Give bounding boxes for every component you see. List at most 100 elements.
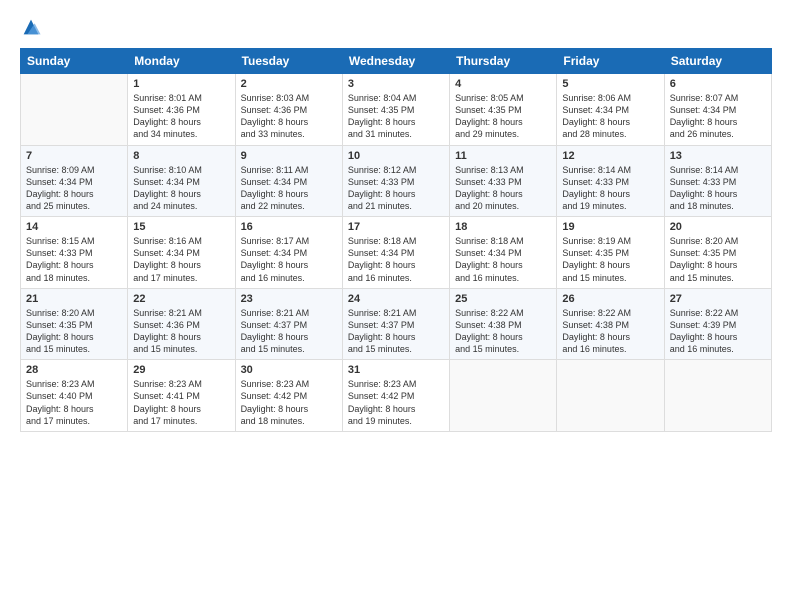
calendar-week-1: 1 Sunrise: 8:01 AM Sunset: 4:36 PM Daylig… bbox=[21, 74, 772, 146]
day-number: 9 bbox=[241, 150, 337, 162]
weekday-header-thursday: Thursday bbox=[450, 49, 557, 74]
day-number: 26 bbox=[562, 293, 658, 305]
day-info: Sunrise: 8:14 AM Sunset: 4:33 PM Dayligh… bbox=[670, 164, 766, 213]
header bbox=[20, 16, 772, 38]
calendar-cell: 5Sunrise: 8:06 AM Sunset: 4:34 PM Daylig… bbox=[557, 74, 664, 146]
day-info: Sunrise: 8:23 AM Sunset: 4:42 PM Dayligh… bbox=[348, 378, 444, 427]
calendar-cell: 28 Sunrise: 8:23 AM Sunset: 4:40 PM Dayli… bbox=[21, 360, 128, 432]
day-info: Sunrise: 8:17 AM Sunset: 4:34 PM Dayligh… bbox=[241, 235, 337, 284]
weekday-header-wednesday: Wednesday bbox=[342, 49, 449, 74]
day-number: 1 bbox=[133, 78, 229, 90]
weekday-header-saturday: Saturday bbox=[664, 49, 771, 74]
day-info: Sunrise: 8:20 AM Sunset: 4:35 PM Dayligh… bbox=[670, 235, 766, 284]
day-number: 10 bbox=[348, 150, 444, 162]
calendar-cell: 22 Sunrise: 8:21 AM Sunset: 4:36 PM Dayli… bbox=[128, 288, 235, 360]
calendar-cell bbox=[450, 360, 557, 432]
day-info: Sunrise: 8:14 AM Sunset: 4:33 PM Dayligh… bbox=[562, 164, 658, 213]
calendar-cell: 15 Sunrise: 8:16 AM Sunset: 4:34 PM Dayli… bbox=[128, 217, 235, 289]
calendar-cell: 7 Sunrise: 8:09 AM Sunset: 4:34 PM Daylig… bbox=[21, 145, 128, 217]
calendar-week-3: 14 Sunrise: 8:15 AM Sunset: 4:33 PM Dayli… bbox=[21, 217, 772, 289]
day-info: Sunrise: 8:18 AM Sunset: 4:34 PM Dayligh… bbox=[455, 235, 551, 284]
day-number: 7 bbox=[26, 150, 122, 162]
calendar-cell: 24 Sunrise: 8:21 AM Sunset: 4:37 PM Dayli… bbox=[342, 288, 449, 360]
day-info: Sunrise: 8:10 AM Sunset: 4:34 PM Dayligh… bbox=[133, 164, 229, 213]
weekday-header-sunday: Sunday bbox=[21, 49, 128, 74]
calendar-cell: 4Sunrise: 8:05 AM Sunset: 4:35 PM Daylig… bbox=[450, 74, 557, 146]
calendar-cell: 25 Sunrise: 8:22 AM Sunset: 4:38 PM Dayli… bbox=[450, 288, 557, 360]
day-info: Sunrise: 8:01 AM Sunset: 4:36 PM Dayligh… bbox=[133, 92, 229, 141]
day-number: 3 bbox=[348, 78, 444, 90]
day-info: Sunrise: 8:07 AM Sunset: 4:34 PM Dayligh… bbox=[670, 92, 766, 141]
day-number: 27 bbox=[670, 293, 766, 305]
calendar-cell: 11 Sunrise: 8:13 AM Sunset: 4:33 PM Dayli… bbox=[450, 145, 557, 217]
day-info: Sunrise: 8:21 AM Sunset: 4:36 PM Dayligh… bbox=[133, 307, 229, 356]
day-info: Sunrise: 8:09 AM Sunset: 4:34 PM Dayligh… bbox=[26, 164, 122, 213]
day-number: 23 bbox=[241, 293, 337, 305]
calendar-cell: 19 Sunrise: 8:19 AM Sunset: 4:35 PM Dayli… bbox=[557, 217, 664, 289]
day-number: 25 bbox=[455, 293, 551, 305]
day-number: 15 bbox=[133, 221, 229, 233]
calendar-body: 1 Sunrise: 8:01 AM Sunset: 4:36 PM Daylig… bbox=[21, 74, 772, 432]
calendar-cell: 23Sunrise: 8:21 AM Sunset: 4:37 PM Dayli… bbox=[235, 288, 342, 360]
day-number: 30 bbox=[241, 364, 337, 376]
calendar-cell: 8 Sunrise: 8:10 AM Sunset: 4:34 PM Daylig… bbox=[128, 145, 235, 217]
day-info: Sunrise: 8:11 AM Sunset: 4:34 PM Dayligh… bbox=[241, 164, 337, 213]
weekday-header-friday: Friday bbox=[557, 49, 664, 74]
calendar-cell bbox=[21, 74, 128, 146]
calendar-cell bbox=[664, 360, 771, 432]
calendar-cell: 2Sunrise: 8:03 AM Sunset: 4:36 PM Daylig… bbox=[235, 74, 342, 146]
day-number: 19 bbox=[562, 221, 658, 233]
calendar-cell: 29 Sunrise: 8:23 AM Sunset: 4:41 PM Dayli… bbox=[128, 360, 235, 432]
calendar-table: SundayMondayTuesdayWednesdayThursdayFrid… bbox=[20, 48, 772, 432]
day-info: Sunrise: 8:23 AM Sunset: 4:42 PM Dayligh… bbox=[241, 378, 337, 427]
day-number: 11 bbox=[455, 150, 551, 162]
calendar-cell: 27 Sunrise: 8:22 AM Sunset: 4:39 PM Dayli… bbox=[664, 288, 771, 360]
day-info: Sunrise: 8:21 AM Sunset: 4:37 PM Dayligh… bbox=[348, 307, 444, 356]
day-number: 28 bbox=[26, 364, 122, 376]
day-info: Sunrise: 8:13 AM Sunset: 4:33 PM Dayligh… bbox=[455, 164, 551, 213]
day-info: Sunrise: 8:23 AM Sunset: 4:41 PM Dayligh… bbox=[133, 378, 229, 427]
calendar-cell: 10Sunrise: 8:12 AM Sunset: 4:33 PM Dayli… bbox=[342, 145, 449, 217]
day-number: 6 bbox=[670, 78, 766, 90]
day-number: 29 bbox=[133, 364, 229, 376]
day-info: Sunrise: 8:16 AM Sunset: 4:34 PM Dayligh… bbox=[133, 235, 229, 284]
day-info: Sunrise: 8:18 AM Sunset: 4:34 PM Dayligh… bbox=[348, 235, 444, 284]
day-info: Sunrise: 8:22 AM Sunset: 4:38 PM Dayligh… bbox=[455, 307, 551, 356]
day-info: Sunrise: 8:05 AM Sunset: 4:35 PM Dayligh… bbox=[455, 92, 551, 141]
logo bbox=[20, 16, 45, 38]
page: SundayMondayTuesdayWednesdayThursdayFrid… bbox=[0, 0, 792, 612]
calendar-week-2: 7 Sunrise: 8:09 AM Sunset: 4:34 PM Daylig… bbox=[21, 145, 772, 217]
calendar-cell: 3Sunrise: 8:04 AM Sunset: 4:35 PM Daylig… bbox=[342, 74, 449, 146]
logo-icon bbox=[20, 16, 42, 38]
calendar-header: SundayMondayTuesdayWednesdayThursdayFrid… bbox=[21, 49, 772, 74]
day-number: 8 bbox=[133, 150, 229, 162]
calendar-cell: 20 Sunrise: 8:20 AM Sunset: 4:35 PM Dayli… bbox=[664, 217, 771, 289]
calendar-cell: 13 Sunrise: 8:14 AM Sunset: 4:33 PM Dayli… bbox=[664, 145, 771, 217]
day-number: 14 bbox=[26, 221, 122, 233]
day-info: Sunrise: 8:22 AM Sunset: 4:39 PM Dayligh… bbox=[670, 307, 766, 356]
day-number: 18 bbox=[455, 221, 551, 233]
calendar-cell: 21Sunrise: 8:20 AM Sunset: 4:35 PM Dayli… bbox=[21, 288, 128, 360]
day-info: Sunrise: 8:03 AM Sunset: 4:36 PM Dayligh… bbox=[241, 92, 337, 141]
calendar-cell: 1 Sunrise: 8:01 AM Sunset: 4:36 PM Daylig… bbox=[128, 74, 235, 146]
weekday-header-monday: Monday bbox=[128, 49, 235, 74]
day-number: 20 bbox=[670, 221, 766, 233]
day-number: 24 bbox=[348, 293, 444, 305]
calendar-cell: 30 Sunrise: 8:23 AM Sunset: 4:42 PM Dayli… bbox=[235, 360, 342, 432]
day-info: Sunrise: 8:23 AM Sunset: 4:40 PM Dayligh… bbox=[26, 378, 122, 427]
day-info: Sunrise: 8:15 AM Sunset: 4:33 PM Dayligh… bbox=[26, 235, 122, 284]
calendar-week-4: 21Sunrise: 8:20 AM Sunset: 4:35 PM Dayli… bbox=[21, 288, 772, 360]
day-info: Sunrise: 8:19 AM Sunset: 4:35 PM Dayligh… bbox=[562, 235, 658, 284]
day-number: 22 bbox=[133, 293, 229, 305]
day-number: 17 bbox=[348, 221, 444, 233]
weekday-header-tuesday: Tuesday bbox=[235, 49, 342, 74]
day-info: Sunrise: 8:22 AM Sunset: 4:38 PM Dayligh… bbox=[562, 307, 658, 356]
calendar-cell: 16Sunrise: 8:17 AM Sunset: 4:34 PM Dayli… bbox=[235, 217, 342, 289]
calendar-cell: 18 Sunrise: 8:18 AM Sunset: 4:34 PM Dayli… bbox=[450, 217, 557, 289]
day-info: Sunrise: 8:20 AM Sunset: 4:35 PM Dayligh… bbox=[26, 307, 122, 356]
day-number: 31 bbox=[348, 364, 444, 376]
calendar-cell: 9 Sunrise: 8:11 AM Sunset: 4:34 PM Daylig… bbox=[235, 145, 342, 217]
calendar-cell: 14 Sunrise: 8:15 AM Sunset: 4:33 PM Dayli… bbox=[21, 217, 128, 289]
calendar-cell: 17 Sunrise: 8:18 AM Sunset: 4:34 PM Dayli… bbox=[342, 217, 449, 289]
day-number: 13 bbox=[670, 150, 766, 162]
